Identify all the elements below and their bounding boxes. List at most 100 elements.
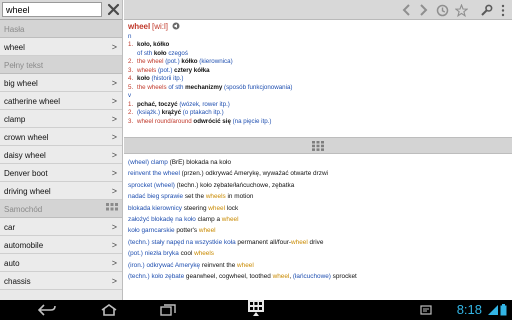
- back-button[interactable]: [400, 3, 414, 17]
- sense-text[interactable]: wheel round/around: [137, 118, 193, 125]
- sense-number: 4.: [128, 75, 134, 82]
- fulltext-item[interactable]: crown wheel >: [0, 128, 122, 146]
- grid-icon[interactable]: [106, 202, 118, 214]
- phrase-list: (wheel) clamp (BrE) blokada na koło reinv…: [124, 154, 512, 300]
- list-item-label: crown wheel: [4, 133, 49, 142]
- chevron-right-icon: >: [111, 114, 117, 124]
- phrase-source: (pot.) niezła bryka: [128, 250, 181, 258]
- phrase-row[interactable]: założyć blokadę na koło clamp a wheel: [128, 214, 508, 225]
- forward-icon: [420, 4, 428, 16]
- fulltext-item[interactable]: big wheel >: [0, 74, 122, 92]
- category-item[interactable]: auto >: [0, 254, 122, 272]
- sense-text: pchać, toczyć: [137, 100, 180, 108]
- sense-line: 1. pchać, toczyć (wózek, rower itp.): [128, 101, 508, 110]
- sense-text: (pot.): [165, 58, 182, 65]
- phrase-highlight: wheel: [291, 238, 308, 246]
- search-input[interactable]: [2, 2, 102, 17]
- overflow-menu-button[interactable]: [496, 3, 510, 17]
- sense-text[interactable]: wheels: [137, 67, 158, 74]
- sense-line: 2. (książk.) krążyć (o ptakach itp.): [128, 109, 508, 118]
- fulltext-item[interactable]: clamp >: [0, 110, 122, 128]
- phrase-row[interactable]: (techn.) stały napęd na wszystkie koła p…: [128, 237, 508, 248]
- fulltext-item[interactable]: catherine wheel >: [0, 92, 122, 110]
- sense-number: 2.: [128, 58, 134, 65]
- sense-text: (o ptakach itp.): [182, 109, 224, 116]
- category-item[interactable]: chassis >: [0, 272, 122, 290]
- system-navigation-bar: 8:18: [0, 300, 512, 320]
- phrase-highlight: wheel: [237, 261, 254, 269]
- close-icon: [107, 3, 120, 16]
- phrase-row[interactable]: (pot.) niezła bryka cool wheels: [128, 248, 508, 259]
- phrase-highlight: wheels: [194, 250, 214, 258]
- sense-number: 3.: [128, 66, 134, 74]
- forward-button[interactable]: [416, 3, 430, 17]
- entry-header: wheel [wi:l]: [128, 22, 508, 33]
- phrase-highlight: wheel: [198, 227, 216, 235]
- pos-noun: n: [128, 32, 132, 40]
- home-icon: [101, 304, 117, 316]
- sense-number: 1.: [128, 100, 134, 108]
- phrase-source: blokada kierownicy: [128, 204, 184, 212]
- phrase-translation: reinvent the: [201, 261, 238, 269]
- phrase-highlight: wheel: [208, 204, 225, 212]
- list-item-label: automobile: [4, 241, 44, 250]
- back-nav-icon: [38, 304, 56, 316]
- fulltext-item[interactable]: daisy wheel >: [0, 146, 122, 164]
- back-icon: [402, 4, 410, 16]
- sense-line: 4. koło (historii itp.): [128, 75, 508, 84]
- fulltext-item[interactable]: Denver boot >: [0, 164, 122, 182]
- phrase-translation: drive: [307, 238, 324, 246]
- phrase-translation: clamp a: [197, 216, 222, 224]
- sense-text: of sth: [168, 83, 186, 91]
- speaker-icon[interactable]: [172, 22, 180, 30]
- phrase-translation: set the: [184, 193, 206, 201]
- settings-button[interactable]: [479, 3, 493, 17]
- phrase-row[interactable]: reinvent the wheel (przen.) odkrywać Ame…: [128, 168, 508, 179]
- phrase-row[interactable]: (techn.) koło zębate gearwheel, cogwheel…: [128, 271, 508, 282]
- settings-icon: [480, 4, 492, 16]
- sense-line: 5. the wheels of sth mechanizmy (sposób f…: [128, 84, 508, 93]
- recents-nav-button[interactable]: [160, 303, 176, 317]
- section-category-label: Samochód: [4, 205, 43, 214]
- phrase-row[interactable]: nadać bieg sprawie set the wheels in mot…: [128, 191, 508, 202]
- sense-text[interactable]: the wheels: [137, 84, 168, 91]
- category-item[interactable]: car >: [0, 218, 122, 236]
- notifications-area[interactable]: [420, 303, 432, 317]
- wifi-icon: [488, 305, 498, 315]
- category-item[interactable]: automobile >: [0, 236, 122, 254]
- phrase-row[interactable]: (iron.) odkrywać Amerykę reinvent the wh…: [128, 260, 508, 271]
- sense-text: (kierownica): [199, 58, 233, 65]
- back-nav-button[interactable]: [38, 303, 56, 317]
- pane-divider[interactable]: [124, 137, 512, 154]
- phrase-translation: sprocket: [330, 273, 357, 281]
- sense-number: 2.: [128, 109, 134, 116]
- history-button[interactable]: [435, 3, 449, 17]
- sense-text: odwrócić się: [193, 117, 233, 125]
- phrase-row[interactable]: (wheel) clamp (BrE) blokada na koło: [128, 157, 508, 168]
- clear-search-button[interactable]: [105, 1, 122, 18]
- list-item-label: daisy wheel: [4, 151, 46, 160]
- home-nav-button[interactable]: [100, 303, 118, 317]
- entry-headword: wheel: [128, 22, 151, 31]
- sense-number: 5.: [128, 83, 134, 91]
- list-item-label: big wheel: [4, 79, 38, 88]
- pos-verb: v: [128, 92, 132, 99]
- list-item-label: Denver boot: [4, 169, 48, 178]
- phrase-source: (techn.) koło zębate: [128, 273, 186, 281]
- sense-line: of sth koło czegoś: [128, 50, 508, 59]
- sense-text[interactable]: the wheel: [137, 58, 165, 65]
- headword-item[interactable]: wheel >: [0, 38, 122, 56]
- sense-line: 2. the wheel (pot.) kółko (kierownica): [128, 58, 508, 67]
- phrase-source: nadać bieg sprawie: [128, 193, 185, 201]
- notification-icon: [420, 305, 432, 315]
- favorite-button[interactable]: [454, 3, 468, 17]
- sense-text: krążyć: [161, 109, 183, 116]
- phrase-row[interactable]: koło garncarskie potter's wheel: [128, 225, 508, 236]
- fulltext-item[interactable]: driving wheel >: [0, 182, 122, 200]
- sense-text: koło, kółko: [137, 41, 170, 48]
- phrase-row[interactable]: blokada kierownicy steering wheel lock: [128, 203, 508, 214]
- phrase-row[interactable]: sprocket (wheel) (techn.) koło zębate/ła…: [128, 180, 508, 191]
- chevron-right-icon: >: [111, 150, 117, 160]
- section-fulltext: Pełny tekst: [0, 56, 122, 74]
- app-menu-button[interactable]: [248, 300, 264, 316]
